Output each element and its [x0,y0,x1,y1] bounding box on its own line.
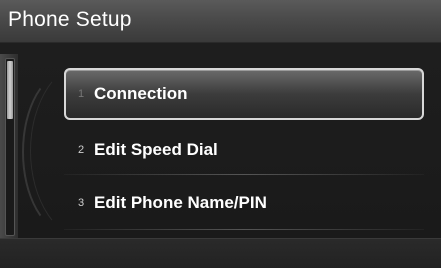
menu-item-label: Edit Speed Dial [94,140,218,159]
menu-item-number: 1 [78,88,85,100]
menu-item-connection[interactable]: 1 Connection [64,68,424,120]
menu-item-edit-phone-name-pin[interactable]: 3 Edit Phone Name/PIN [64,177,424,229]
menu-item-label: Edit Phone Name/PIN [94,193,267,212]
menu-item-number: 3 [78,197,85,209]
scrollbar-thumb[interactable] [7,61,13,119]
menu-item-edit-speed-dial[interactable]: 2 Edit Speed Dial [64,124,424,176]
menu-item-number: 2 [78,144,85,156]
menu-item-label: Connection [94,84,188,103]
menu-divider [64,229,424,230]
page-title: Phone Setup [8,8,132,31]
title-bar: Phone Setup [0,0,441,43]
scrollbar[interactable] [5,58,15,236]
bottom-bar [0,238,441,268]
phone-setup-screen: Phone Setup 1 Connection 2 Edit Speed Di… [0,0,441,268]
